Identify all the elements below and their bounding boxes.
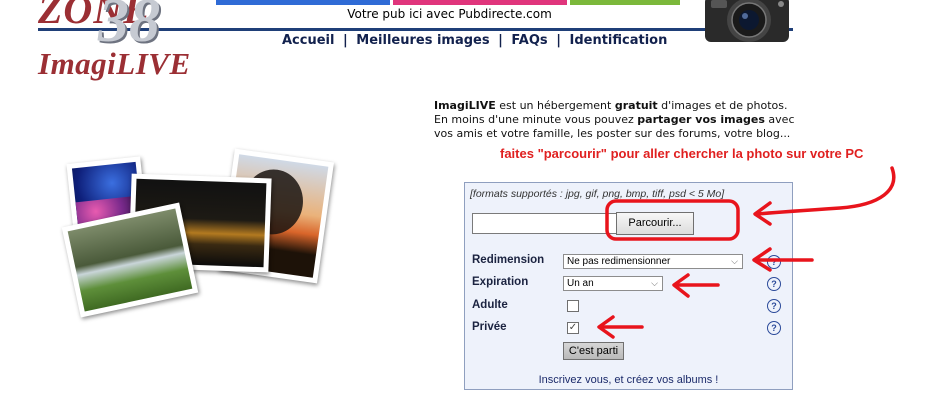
highlight-box-browse (605, 199, 740, 241)
annotation-marks (597, 166, 896, 339)
arrow-icon (755, 166, 896, 216)
